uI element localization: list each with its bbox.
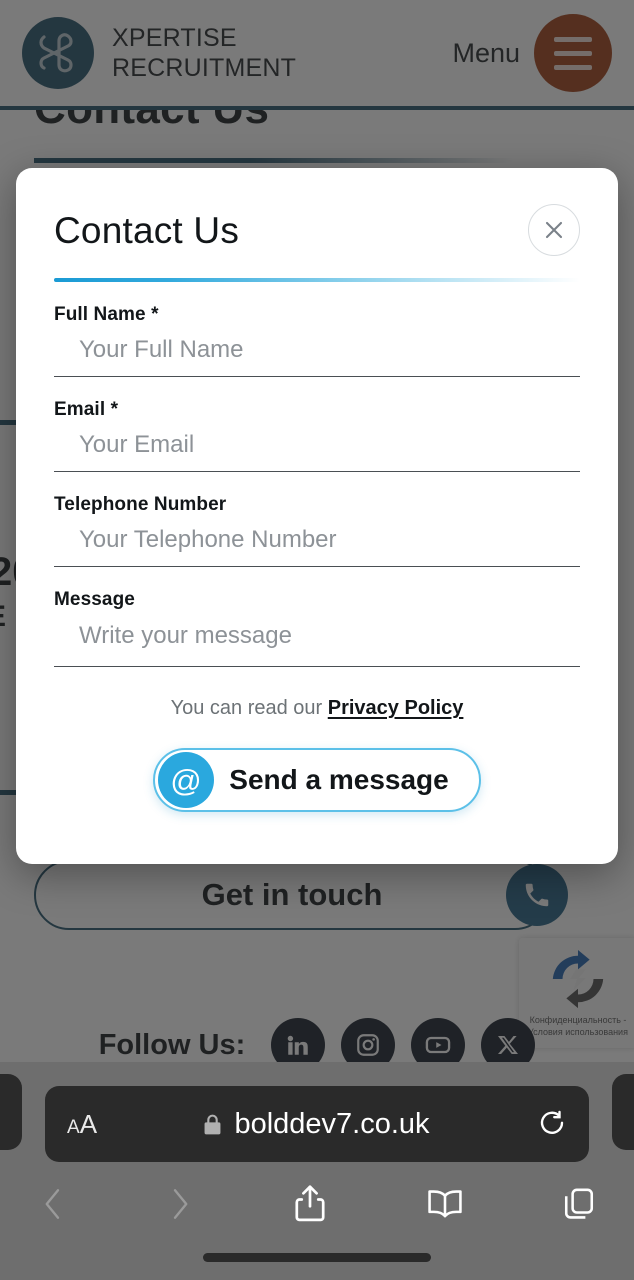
screen: Contact Us 2024 E Get in touch Конфиденц… xyxy=(0,0,634,1280)
address-bar[interactable]: AA bolddev7.co.uk xyxy=(45,1086,589,1162)
dialog-title: Contact Us xyxy=(54,210,240,251)
tabs-icon xyxy=(564,1188,594,1219)
telephone-label: Telephone Number xyxy=(54,494,227,515)
email-input[interactable] xyxy=(54,421,580,472)
field-full-name: Full Name * xyxy=(54,304,580,377)
chevron-right-icon xyxy=(173,1189,188,1219)
privacy-policy-link[interactable]: Privacy Policy xyxy=(328,697,464,719)
text-size-large-a: A xyxy=(79,1108,97,1139)
safari-tab-strip: AA bolddev7.co.uk xyxy=(0,1074,634,1162)
share-icon xyxy=(295,1185,325,1222)
close-icon[interactable] xyxy=(528,204,580,256)
back-button[interactable] xyxy=(38,1185,68,1223)
full-name-label: Full Name * xyxy=(54,304,159,325)
submit-row: @ Send a message xyxy=(54,748,580,812)
tabs-button[interactable] xyxy=(562,1185,596,1223)
message-label: Message xyxy=(54,589,135,610)
dialog-header: Contact Us xyxy=(54,168,580,256)
full-name-input[interactable] xyxy=(54,326,580,377)
field-telephone: Telephone Number xyxy=(54,494,580,567)
telephone-input[interactable] xyxy=(54,516,580,567)
bookmarks-button[interactable] xyxy=(425,1186,465,1222)
privacy-notice: You can read our Privacy Policy xyxy=(54,697,580,720)
lock-icon xyxy=(205,1114,221,1134)
send-message-button[interactable]: @ Send a message xyxy=(153,748,481,812)
safari-toolbar xyxy=(0,1166,634,1242)
at-sign-icon: @ xyxy=(158,752,214,808)
safari-browser-chrome: AA bolddev7.co.uk xyxy=(0,1062,634,1280)
field-message: Message xyxy=(54,589,580,667)
book-icon xyxy=(428,1190,462,1218)
url-display[interactable]: bolddev7.co.uk xyxy=(96,1108,537,1141)
contact-us-dialog: Contact Us Full Name * Email * Telephone… xyxy=(16,168,618,864)
previous-tab[interactable] xyxy=(0,1074,22,1150)
chevron-left-icon xyxy=(45,1189,60,1219)
share-button[interactable] xyxy=(292,1183,328,1225)
message-input[interactable] xyxy=(54,611,580,667)
home-indicator xyxy=(203,1253,431,1262)
dialog-title-underline xyxy=(54,278,580,282)
reload-icon[interactable] xyxy=(537,1109,567,1139)
send-message-label: Send a message xyxy=(229,764,449,795)
forward-button[interactable] xyxy=(165,1185,195,1223)
url-text: bolddev7.co.uk xyxy=(234,1107,430,1140)
next-tab[interactable] xyxy=(612,1074,634,1150)
text-size-small-a: A xyxy=(67,1116,80,1138)
text-size-button[interactable]: AA xyxy=(67,1108,97,1140)
privacy-prefix: You can read our xyxy=(170,697,328,719)
email-label: Email * xyxy=(54,399,119,420)
field-email: Email * xyxy=(54,399,580,472)
